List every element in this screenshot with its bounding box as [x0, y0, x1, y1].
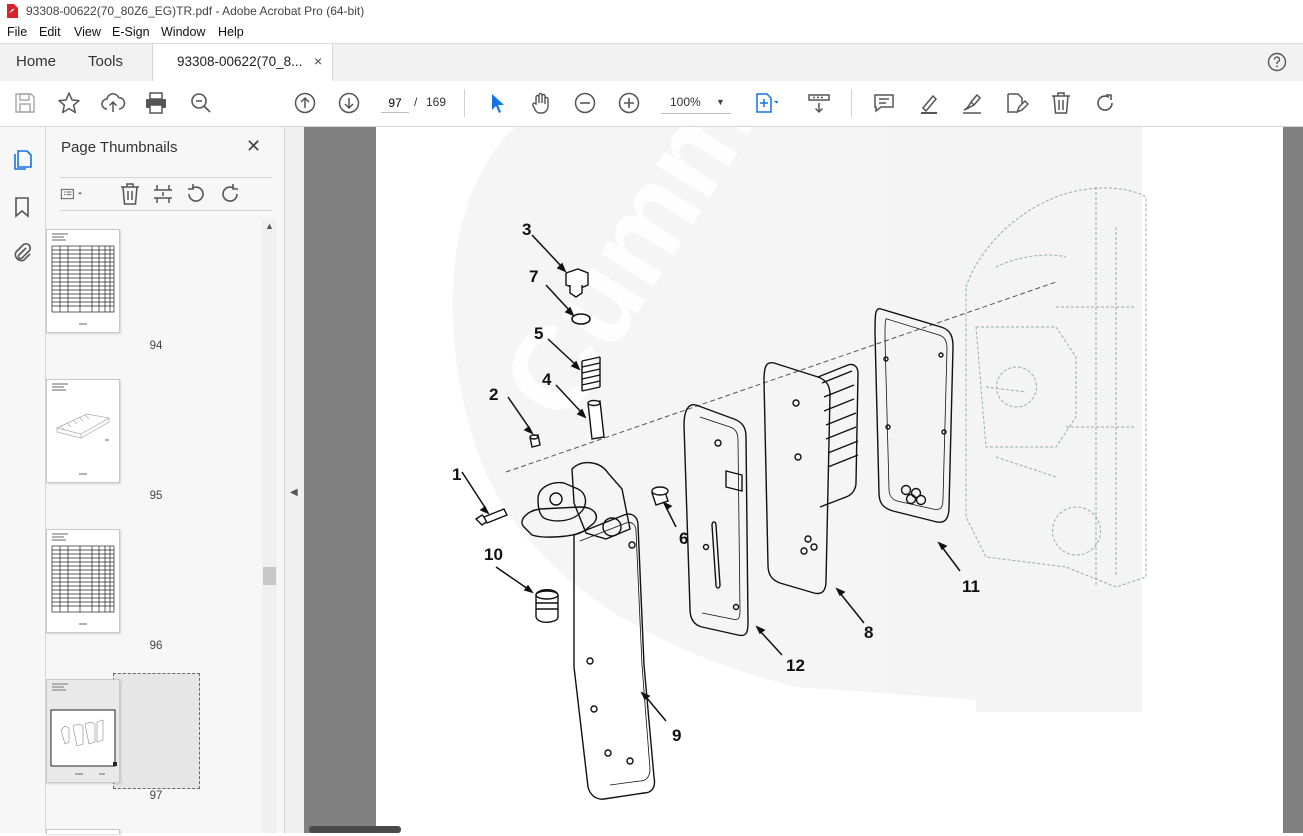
tab-home[interactable]: Home: [16, 53, 56, 70]
pdf-page: Cummins 1 2 3 4 5 6 7 8 9 10 11 12: [376, 0, 1283, 833]
thumbnail-label: 96: [149, 640, 163, 652]
thumbnails-scrollbar[interactable]: ▲: [262, 219, 277, 833]
extract-pages-icon[interactable]: [151, 182, 175, 206]
toolbar-divider: [851, 89, 852, 117]
collapse-panel-icon[interactable]: ◀: [290, 487, 298, 498]
attachment-icon[interactable]: [10, 241, 34, 265]
thumbnail-page-selected[interactable]: [46, 679, 120, 783]
rotate-left-icon[interactable]: [184, 182, 208, 206]
pdf-app-icon: [7, 4, 18, 18]
callout-6: 6: [679, 529, 688, 548]
tab-document-label: 93308-00622(70_8...: [177, 54, 303, 69]
delete-icon[interactable]: [118, 182, 142, 206]
callout-12: 12: [786, 656, 805, 675]
callout-11: 11: [962, 577, 980, 596]
callout-3: 3: [522, 220, 531, 239]
menu-help[interactable]: Help: [218, 25, 244, 39]
fit-page-icon[interactable]: [752, 90, 779, 116]
thumbnail-page[interactable]: [46, 829, 120, 834]
drawing-page-preview: [50, 683, 117, 775]
panel-splitter[interactable]: ◀: [284, 127, 305, 833]
scroll-up-icon[interactable]: ▲: [265, 221, 274, 231]
horizontal-scrollbar-thumb[interactable]: [309, 826, 401, 833]
tab-close-icon[interactable]: ×: [314, 53, 322, 69]
bookmark-icon[interactable]: [10, 195, 34, 219]
page-up-icon[interactable]: [292, 90, 318, 116]
close-icon[interactable]: ✕: [246, 136, 261, 157]
thumbnail-label: 95: [149, 490, 163, 502]
thumbnail-page[interactable]: [46, 529, 120, 633]
table-page-preview: [51, 533, 115, 625]
table-page-preview: [51, 233, 115, 325]
thumbnails-panel: Page Thumbnails ✕ 94 95 96 97 ▲: [46, 127, 284, 834]
page-total: 169: [426, 95, 447, 109]
callout-9: 9: [672, 726, 681, 745]
document-viewport[interactable]: Cummins 1 2 3 4 5 6 7 8 9 10 11 12: [304, 0, 1303, 833]
callout-8: 8: [864, 623, 873, 642]
exploded-parts-diagram: Cummins 1 2 3 4 5 6 7 8 9 10 11 12: [452, 0, 1147, 800]
page-thumbnails-icon[interactable]: [10, 148, 34, 172]
thumbnail-label: 97: [149, 790, 163, 802]
save-icon[interactable]: [12, 90, 38, 116]
thumbnail-label: 94: [149, 340, 163, 352]
left-rail: [0, 127, 46, 833]
help-icon[interactable]: [1267, 52, 1287, 72]
tab-document[interactable]: 93308-00622(70_8... ×: [152, 44, 333, 81]
part-plug-10: [535, 589, 559, 623]
search-zoom-icon[interactable]: [188, 90, 214, 116]
thumbnail-page[interactable]: [46, 229, 120, 333]
print-icon[interactable]: [143, 90, 169, 116]
toolbar: / 169 100% ▼: [0, 81, 1303, 127]
menu-esign[interactable]: E-Sign: [112, 25, 150, 39]
options-menu-icon[interactable]: [60, 182, 84, 206]
comment-icon[interactable]: [871, 90, 897, 116]
zoom-value: 100%: [670, 95, 701, 109]
star-icon[interactable]: [56, 90, 82, 116]
menu-bar: File Edit View E-Sign Window Help: [0, 23, 1303, 43]
chevron-down-icon: ▼: [716, 97, 725, 107]
part-bolt-1: [474, 508, 508, 526]
callout-5: 5: [534, 324, 543, 343]
page-number-input[interactable]: [381, 94, 409, 113]
tab-tools[interactable]: Tools: [88, 53, 123, 70]
rotate-right-icon[interactable]: [218, 182, 242, 206]
panel-title: Page Thumbnails: [61, 139, 178, 156]
tab-bar: Home Tools 93308-00622(70_8... ×: [0, 43, 1303, 82]
delete-icon[interactable]: [1048, 90, 1074, 116]
callout-4: 4: [542, 370, 552, 389]
select-arrow-icon[interactable]: [484, 90, 510, 116]
part-plug-2: [529, 434, 541, 448]
callout-1: 1: [452, 465, 461, 484]
window-title: 93308-00622(70_80Z6_EG)TR.pdf - Adobe Ac…: [26, 4, 365, 18]
rotate-icon[interactable]: [1092, 90, 1118, 116]
page-separator: /: [414, 95, 418, 109]
thumbnail-tools: [60, 177, 272, 211]
sign-icon[interactable]: [959, 90, 985, 116]
thumbnail-page[interactable]: [46, 379, 120, 483]
zoom-select[interactable]: 100% ▼: [661, 93, 731, 114]
scroll-mode-icon[interactable]: [806, 90, 832, 116]
upload-icon[interactable]: [100, 90, 126, 116]
thumbnail-selection: [113, 673, 200, 789]
title-bar: 93308-00622(70_80Z6_EG)TR.pdf - Adobe Ac…: [0, 0, 1303, 23]
menu-file[interactable]: File: [7, 25, 27, 39]
hand-icon[interactable]: [528, 90, 554, 116]
zoom-in-icon[interactable]: [616, 90, 642, 116]
callout-7: 7: [529, 267, 538, 286]
callout-2: 2: [489, 385, 498, 404]
callout-10: 10: [484, 545, 503, 564]
part-fitting-6: [651, 486, 669, 506]
edit-pdf-icon[interactable]: [1003, 90, 1030, 116]
menu-edit[interactable]: Edit: [39, 25, 61, 39]
drawing-page-preview: [52, 383, 111, 475]
menu-view[interactable]: View: [74, 25, 101, 39]
highlight-icon[interactable]: [916, 90, 942, 116]
scrollbar-thumb[interactable]: [263, 567, 276, 585]
zoom-out-icon[interactable]: [572, 90, 598, 116]
menu-window[interactable]: Window: [161, 25, 205, 39]
page-down-icon[interactable]: [336, 90, 362, 116]
toolbar-divider: [464, 89, 465, 117]
